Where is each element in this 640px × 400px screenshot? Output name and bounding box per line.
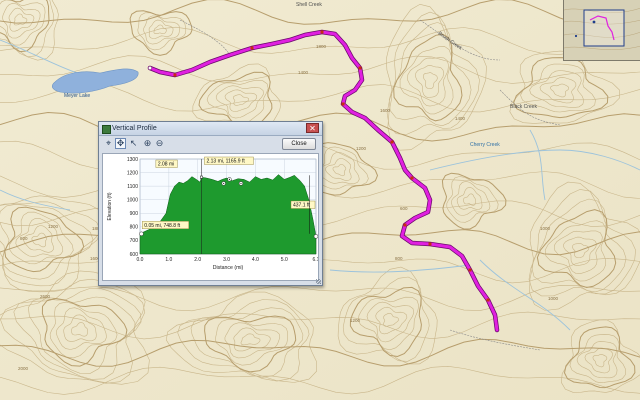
start-point-label: 0.05 mi, 748.8 ft <box>144 223 180 229</box>
x-tick-label: 3.0 <box>223 257 230 263</box>
contour-label: 600 <box>400 206 408 211</box>
y-tick-label: 1000 <box>127 198 138 204</box>
y-tick-label: 700 <box>130 238 139 244</box>
elevation-gain-label: 437.1 ft <box>293 203 310 209</box>
contour-label: 1800 <box>316 44 327 49</box>
contour-label: 1000 <box>540 226 551 231</box>
y-tick-label: 900 <box>130 211 139 217</box>
waypoint-dot <box>223 182 225 185</box>
y-tick-label: 1200 <box>127 170 138 176</box>
x-tick-labels: 0.0 1.0 2.0 3.0 4.0 5.0 6.1 <box>137 257 318 263</box>
stream-label: Cherry Creek <box>470 142 500 148</box>
y-tick-labels: 6007008009001000110012001300 <box>127 157 138 258</box>
y-tick-label: 1300 <box>127 157 138 163</box>
track-marker <box>410 176 414 180</box>
resize-grip-icon[interactable] <box>316 279 321 284</box>
contour-label: 2600 <box>40 294 51 299</box>
track-marker <box>468 268 472 272</box>
contour-label: 1400 <box>455 116 466 121</box>
cursor-point-label: 2.13 mi, 1165.9 ft <box>206 159 245 165</box>
contour-label: 1200 <box>350 318 361 323</box>
zoom-in-icon[interactable]: ⊕ <box>142 138 153 149</box>
overview-dot <box>574 34 578 38</box>
close-window-icon[interactable]: ✕ <box>306 123 319 133</box>
app-icon <box>102 125 111 134</box>
contour-label: 2000 <box>18 366 29 371</box>
y-axis-label: Elevation (ft) <box>107 192 113 220</box>
y-tick-label: 800 <box>130 225 139 231</box>
end-point-marker <box>313 234 318 239</box>
x-tick-label: 2.0 <box>194 257 201 263</box>
pan-icon[interactable]: ✥ <box>115 138 126 149</box>
x-tick-label: 4.0 <box>252 257 259 263</box>
track-marker <box>341 102 345 106</box>
waypoint-dot <box>240 182 242 185</box>
lake-label: Meyer Lake <box>64 93 90 99</box>
overview-map[interactable] <box>563 0 640 61</box>
contour-label: 800 <box>20 236 28 241</box>
y-tick-label: 1100 <box>127 184 138 190</box>
contour-label: 1000 <box>548 296 559 301</box>
profile-toolbar: ⌖ ✥ ↖ ⊕ ⊖ Close <box>99 136 322 152</box>
x-axis-label: Distance (mi) <box>213 265 244 271</box>
overview-dot <box>592 20 596 24</box>
cursor-point-marker <box>200 175 203 179</box>
select-icon[interactable]: ↖ <box>128 138 139 149</box>
contour-label: 1200 <box>48 224 59 229</box>
road-label-3: Black Creek <box>510 104 537 110</box>
track-marker <box>428 242 432 246</box>
elevation-chart[interactable]: 600 700 800 900 1000 1100 1200 1300 0.0 1.0 2.0 3.… <box>102 153 319 281</box>
contour-label: 800 <box>395 256 403 261</box>
road-label-1: Shell Creek <box>296 2 322 8</box>
target-icon[interactable]: ⌖ <box>103 138 114 149</box>
close-button[interactable]: Close <box>282 138 316 150</box>
track-marker <box>320 30 324 34</box>
x-tick-label: 5.0 <box>281 257 288 263</box>
window-titlebar[interactable]: Vertical Profile ✕ <box>99 122 322 136</box>
overview-viewport-frame[interactable] <box>583 9 625 47</box>
x-tick-label: 6.1 <box>313 257 318 263</box>
x-tick-label: 1.0 <box>165 257 172 263</box>
vertical-profile-window[interactable]: Vertical Profile ✕ ⌖ ✥ ↖ ⊕ ⊖ Close 600 70… <box>98 121 323 286</box>
waypoint-dot <box>228 178 231 180</box>
contour-label: 1400 <box>298 70 309 75</box>
track-marker <box>390 140 394 144</box>
contour-label: 1200 <box>356 146 367 151</box>
start-point-marker <box>139 231 144 237</box>
track-marker <box>486 298 490 302</box>
cursor-distance-label: 2.08 mi <box>158 162 174 168</box>
track-marker <box>250 46 254 50</box>
track-marker <box>403 223 407 227</box>
zoom-out-icon[interactable]: ⊖ <box>154 138 165 149</box>
x-tick-label: 0.0 <box>137 257 144 263</box>
track-marker <box>173 73 177 77</box>
track-start-marker <box>147 65 153 71</box>
window-title: Vertical Profile <box>112 125 157 132</box>
contour-label: 1600 <box>380 108 391 113</box>
track-marker <box>358 66 362 70</box>
